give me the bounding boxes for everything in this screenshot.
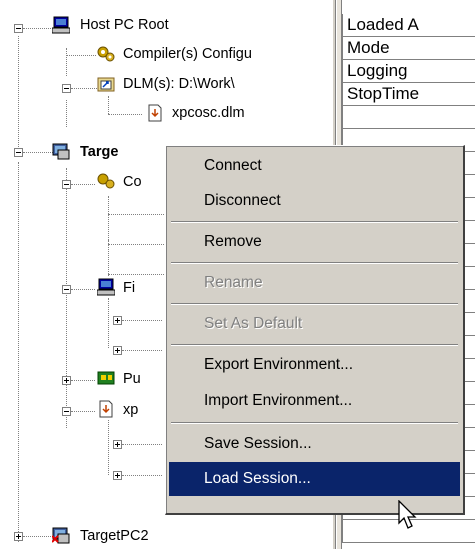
dlm-file-icon (148, 104, 162, 122)
tree-line (122, 475, 162, 477)
menu-separator (171, 221, 458, 223)
tree-node-label: Pu (123, 371, 141, 387)
collapse-toggle[interactable] (62, 84, 71, 93)
menu-item-save-session[interactable]: Save Session... (169, 427, 460, 461)
tree-line (66, 100, 68, 127)
grid-row: Mode (342, 37, 475, 60)
tree-node-label: TargetPC2 (80, 528, 149, 544)
tree-line (108, 196, 110, 276)
grid-row (342, 106, 475, 129)
tree-node-label: Co (123, 174, 142, 190)
tree-node-dlm-folder[interactable]: DLM(s): D:\Work\ (123, 72, 235, 96)
expand-toggle[interactable] (113, 440, 122, 449)
expand-toggle[interactable] (14, 532, 23, 541)
tree-node-target-config[interactable]: Co (123, 170, 142, 194)
collapse-toggle[interactable] (14, 24, 23, 33)
tree-line (122, 350, 162, 352)
mouse-cursor-icon (398, 500, 417, 529)
tree-line (122, 444, 162, 446)
menu-separator (171, 262, 458, 264)
tree-line (71, 289, 95, 291)
tree-node-target[interactable]: Targe (80, 140, 118, 164)
tree-node-pu[interactable]: Pu (123, 367, 141, 391)
target-pc-disconnected-icon (52, 527, 70, 544)
tree-node-compiler-config[interactable]: Compiler(s) Configu (123, 42, 252, 66)
tree-line (71, 88, 97, 90)
gears-icon (97, 173, 115, 189)
tree-node-label: Host PC Root (80, 17, 169, 33)
tree-node-label: DLM(s): D:\Work\ (123, 76, 235, 92)
tree-node-label: xp (123, 402, 139, 418)
tree-line (66, 48, 68, 76)
menu-item-connect[interactable]: Connect (169, 149, 460, 183)
gears-icon (97, 46, 115, 62)
tree-node-host-pc-root[interactable]: Host PC Root (80, 13, 169, 37)
tree-node-fi[interactable]: Fi (123, 276, 135, 300)
tree-line (108, 274, 164, 276)
menu-item-export-environment[interactable]: Export Environment... (169, 348, 460, 382)
tree-node-xp[interactable]: xp (123, 398, 138, 422)
menu-separator (171, 303, 458, 305)
menu-separator (171, 422, 458, 424)
expand-toggle[interactable] (113, 471, 122, 480)
tree-line (71, 380, 95, 382)
expand-toggle[interactable] (113, 316, 122, 325)
collapse-toggle[interactable] (62, 285, 71, 294)
expand-toggle[interactable] (113, 346, 122, 355)
tree-line (71, 411, 95, 413)
board-icon (97, 371, 115, 385)
tree-line (23, 152, 53, 154)
grid-row: Logging (342, 60, 475, 83)
tree-line (122, 320, 162, 322)
grid-row: Loaded A (342, 14, 475, 37)
tree-node-dlm-file[interactable]: xpcosc.dlm (172, 101, 245, 125)
collapse-toggle[interactable] (62, 180, 71, 189)
host-pc-icon (52, 16, 70, 34)
tree-line (18, 162, 20, 542)
tree-line (66, 55, 96, 57)
menu-item-import-environment[interactable]: Import Environment... (169, 384, 460, 418)
menu-item-remove[interactable]: Remove (169, 225, 460, 259)
grid-row: StopTime (342, 83, 475, 106)
menu-item-set-as-default: Set As Default (204, 315, 303, 332)
computer-icon (97, 278, 115, 296)
tree-node-targetpc2[interactable]: TargetPC2 (80, 524, 149, 548)
tree-line (108, 114, 142, 116)
context-menu: Connect Disconnect Remove Rename Set As … (165, 145, 465, 515)
tree-line (108, 244, 164, 246)
tree-line (23, 28, 53, 30)
tree-node-label: Fi (123, 280, 136, 296)
tree-line (108, 420, 110, 475)
tree-line (108, 214, 164, 216)
folder-icon (97, 77, 115, 92)
tree-node-label: Targe (80, 144, 119, 160)
collapse-toggle[interactable] (14, 148, 23, 157)
tree-line (18, 36, 20, 151)
collapse-toggle[interactable] (62, 407, 71, 416)
menu-separator (171, 344, 458, 346)
menu-item-rename: Rename (204, 274, 263, 291)
expand-toggle[interactable] (62, 376, 71, 385)
tree-line (108, 96, 110, 114)
tree-line (66, 168, 68, 428)
tree-node-label: Compiler(s) Configu (123, 46, 252, 62)
target-pc-icon (52, 143, 70, 160)
menu-item-load-session[interactable]: Load Session... (169, 462, 460, 496)
menu-item-disconnect[interactable]: Disconnect (169, 184, 460, 218)
tree-line (23, 536, 53, 538)
dlm-file-icon (99, 400, 113, 418)
tree-line (108, 298, 110, 348)
tree-line (71, 184, 95, 186)
tree-node-label: xpcosc.dlm (172, 105, 245, 121)
